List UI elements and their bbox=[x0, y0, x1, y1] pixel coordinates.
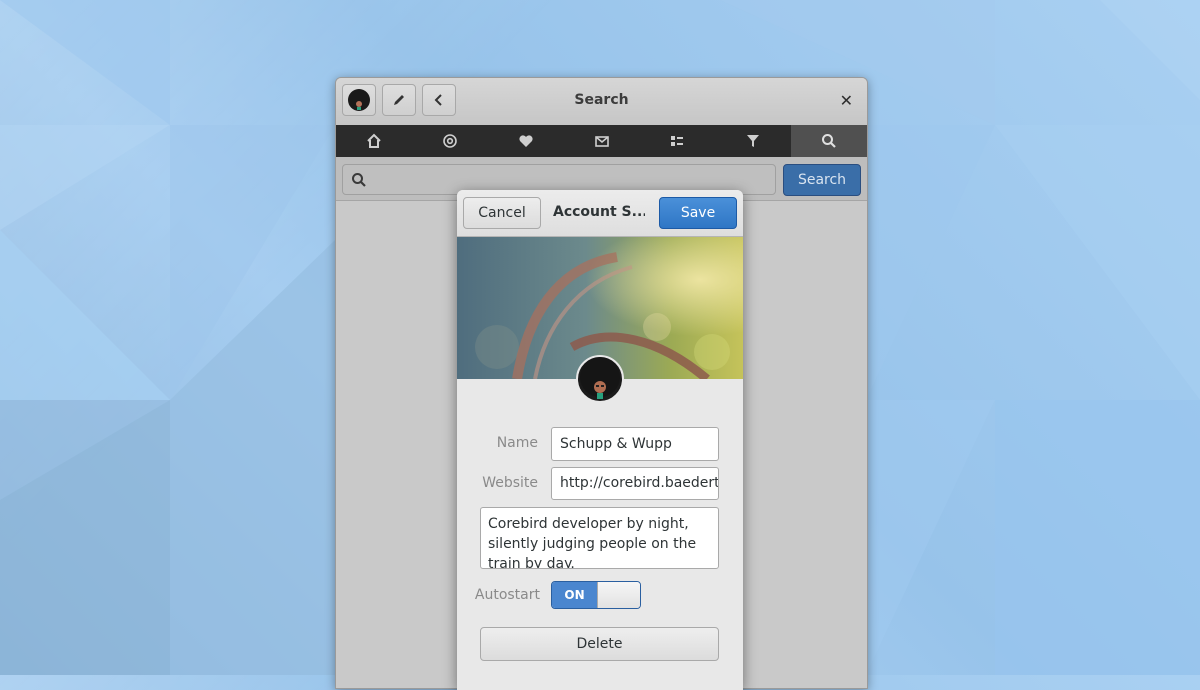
search-icon bbox=[822, 134, 836, 148]
tab-home[interactable] bbox=[336, 125, 412, 157]
tab-filters[interactable] bbox=[715, 125, 791, 157]
tab-lists[interactable] bbox=[639, 125, 715, 157]
switch-on-label: ON bbox=[552, 582, 597, 608]
autostart-label: Autostart bbox=[474, 587, 540, 603]
dialog-header: Cancel Account S... Save bbox=[457, 190, 743, 237]
tab-mentions[interactable] bbox=[412, 125, 488, 157]
dialog-title: Account S... bbox=[553, 204, 645, 220]
avatar bbox=[580, 357, 620, 399]
tab-search[interactable] bbox=[791, 125, 867, 157]
website-label: Website bbox=[482, 475, 538, 491]
profile-avatar[interactable] bbox=[576, 355, 624, 403]
cancel-button[interactable]: Cancel bbox=[463, 197, 541, 229]
close-icon[interactable]: ✕ bbox=[840, 91, 853, 110]
name-label: Name bbox=[496, 435, 538, 451]
mentions-icon bbox=[442, 134, 457, 148]
switch-knob[interactable] bbox=[597, 582, 640, 608]
autostart-switch[interactable]: ON bbox=[551, 581, 641, 609]
main-tab-bar bbox=[336, 125, 867, 157]
envelope-icon bbox=[594, 136, 609, 147]
window-title: Search bbox=[574, 92, 629, 108]
tab-messages[interactable] bbox=[564, 125, 640, 157]
name-field[interactable]: Schupp & Wupp bbox=[551, 427, 719, 461]
account-settings-dialog: Cancel Account S... Save Name Schupp & W… bbox=[457, 190, 743, 690]
search-icon bbox=[352, 173, 366, 187]
search-button[interactable]: Search bbox=[783, 164, 861, 196]
description-textview[interactable]: Corebird developer by night, silently ju… bbox=[480, 507, 719, 569]
list-icon bbox=[671, 136, 684, 146]
save-button[interactable]: Save bbox=[659, 197, 737, 229]
home-icon bbox=[367, 133, 381, 148]
heart-icon bbox=[519, 135, 533, 147]
tab-favorites[interactable] bbox=[488, 125, 564, 157]
header-bar: Search ✕ bbox=[336, 78, 867, 126]
delete-account-button[interactable]: Delete bbox=[480, 627, 719, 661]
filter-icon bbox=[747, 135, 760, 147]
website-field[interactable]: http://corebird.baedert. bbox=[551, 467, 719, 500]
